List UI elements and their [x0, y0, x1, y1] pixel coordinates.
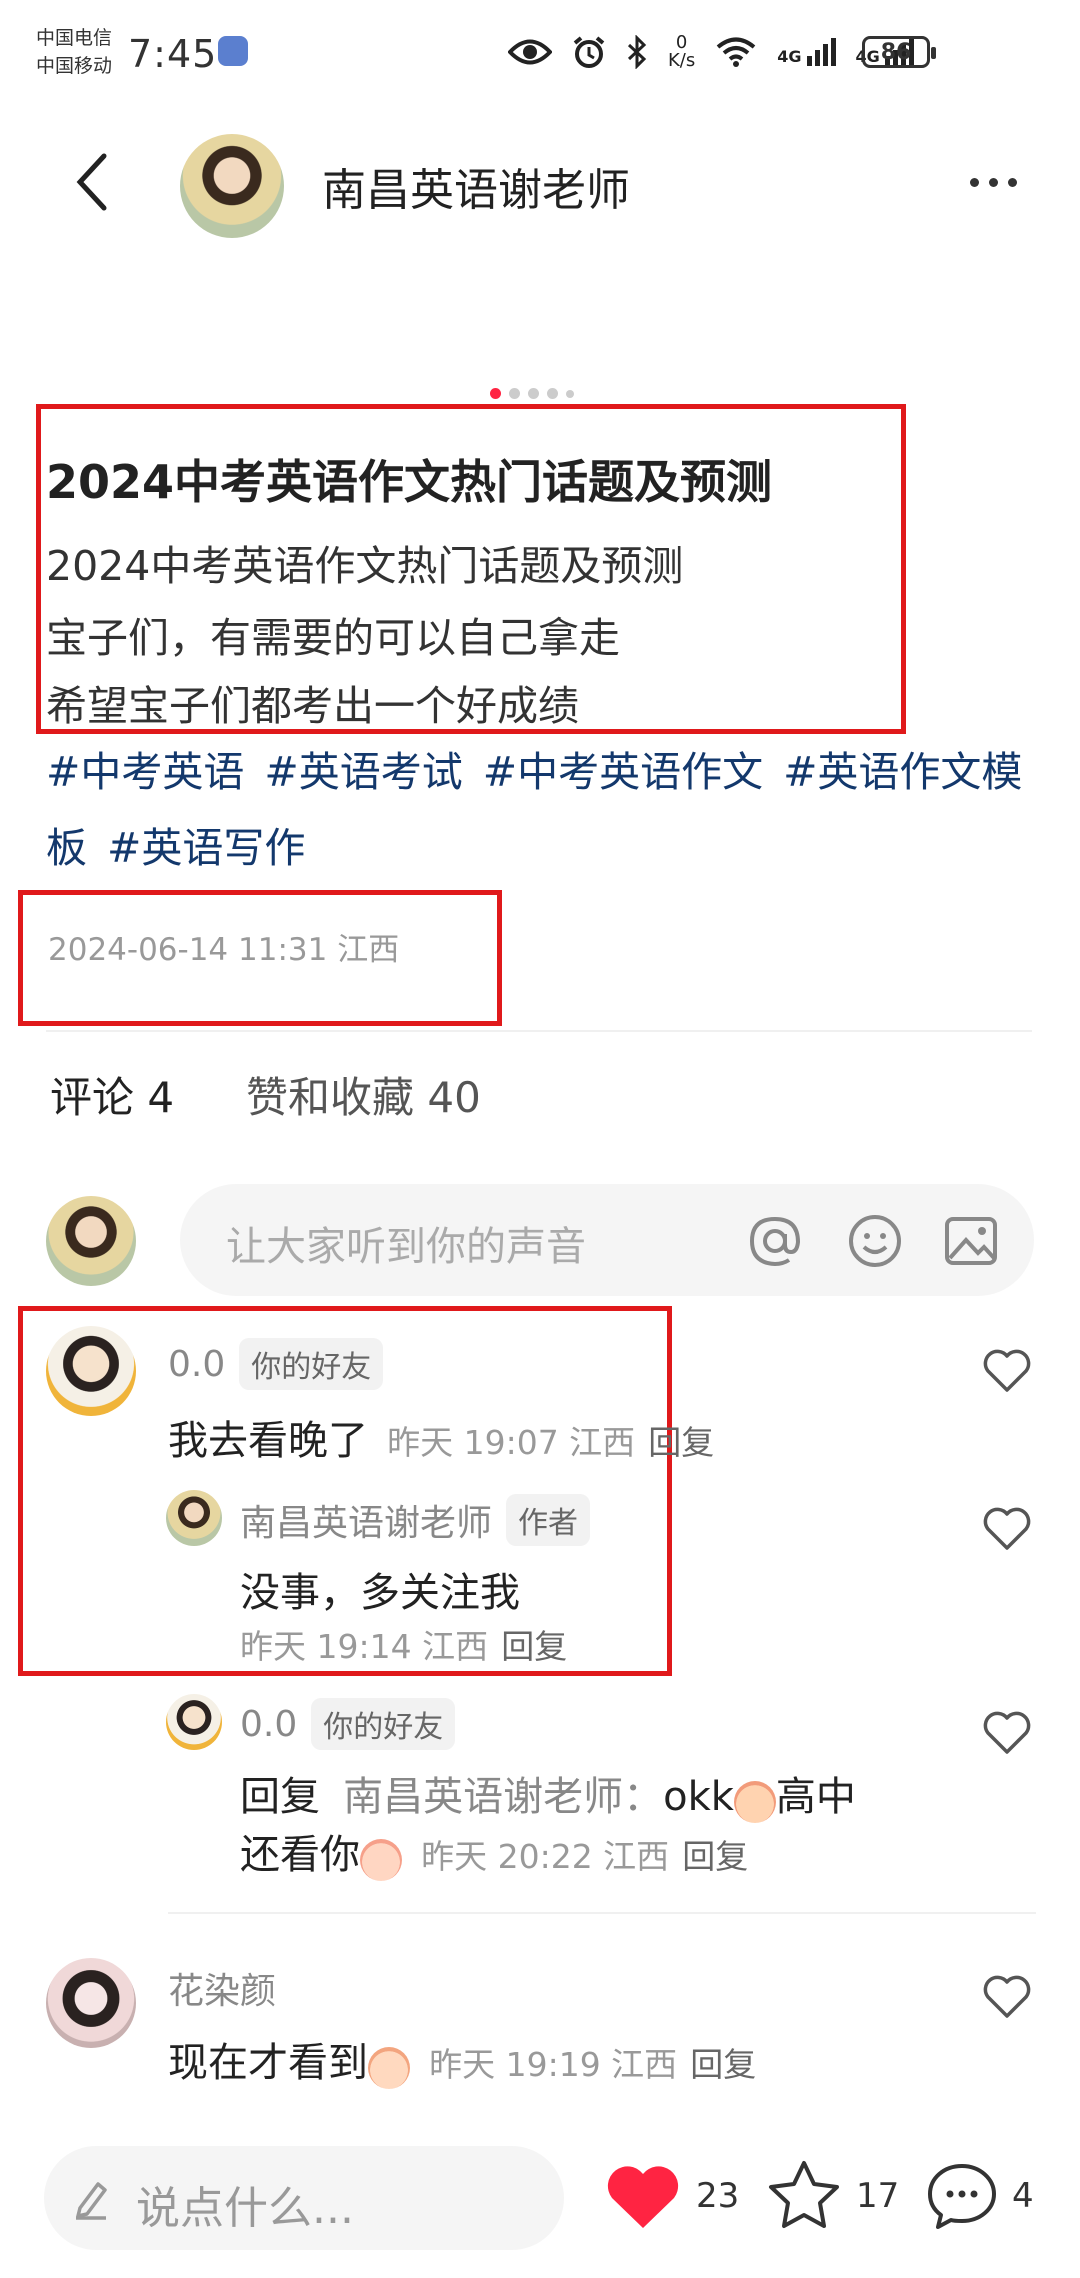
post-body-line-2: 宝子们，有需要的可以自己拿走	[46, 614, 620, 662]
alarm-icon	[573, 36, 605, 68]
pager-dot	[547, 388, 558, 399]
post-title: 2024中考英语作文热门话题及预测	[46, 455, 773, 509]
reply-text: 没事，多关注我	[240, 1570, 520, 1616]
image-icon[interactable]	[942, 1212, 1000, 1270]
reply-button[interactable]: 回复	[648, 1423, 714, 1462]
reply-button[interactable]: 回复	[501, 1627, 567, 1666]
surprised-emoji-icon	[368, 2046, 410, 2089]
reply-text-c: 还看你	[240, 1832, 360, 1878]
app-notification-icon	[218, 36, 248, 66]
post-body-line-3: 希望宝子们都考出一个好成绩	[46, 682, 579, 730]
pager-dot	[509, 388, 520, 399]
post-body-line-1: 2024中考英语作文热门话题及预测	[46, 542, 684, 590]
status-icons: 0 K/s 4G 4G	[508, 34, 914, 70]
reply-body-line-1: 回复 南昌英语谢老师：okk 高中	[240, 1764, 856, 1827]
friend-badge: 你的好友	[239, 1338, 384, 1390]
bluetooth-icon	[627, 35, 647, 69]
comment-avatar[interactable]	[46, 1326, 136, 1416]
signal-1: 4G	[777, 38, 836, 66]
carrier-2: 中国移动	[36, 55, 113, 77]
comment-header: 0.0 你的好友	[168, 1338, 384, 1390]
divider	[46, 1030, 1032, 1032]
carrier-1: 中国电信	[36, 27, 113, 49]
crying-emoji-icon	[733, 1780, 776, 1823]
reply-button[interactable]: 回复	[682, 1837, 748, 1876]
signal-1-label: 4G	[777, 47, 802, 66]
at-icon[interactable]	[746, 1212, 804, 1270]
reply-text-b: 高中	[775, 1774, 856, 1820]
like-count: 23	[696, 2176, 740, 2216]
collect-star-icon[interactable]	[766, 2158, 842, 2232]
comment-input-placeholder: 让大家听到你的声音	[226, 1224, 586, 1270]
reply-button[interactable]: 回复	[690, 2045, 756, 2084]
status-time: 7:45	[128, 32, 218, 76]
wifi-icon	[716, 37, 756, 67]
tab-comments[interactable]: 评论 4	[50, 1064, 174, 1125]
pencil-icon	[76, 2182, 107, 2220]
comment-username[interactable]: 0.0	[168, 1344, 225, 1385]
pager-dot	[566, 389, 574, 398]
reply-header: 0.0 你的好友	[240, 1698, 456, 1750]
reply-like-heart-icon[interactable]	[982, 1506, 1032, 1552]
net-speed-unit: K/s	[668, 50, 696, 71]
author-badge: 作者	[506, 1494, 591, 1546]
reply-meta: 昨天 20:22 江西	[421, 1837, 670, 1876]
more-dots-icon[interactable]	[970, 178, 1017, 187]
like-heart-icon[interactable]	[604, 2162, 682, 2232]
eye-icon	[508, 39, 552, 65]
comment-like-heart-icon[interactable]	[982, 1974, 1032, 2020]
author-avatar[interactable]	[180, 134, 284, 238]
reply-text-a: okk	[663, 1774, 734, 1820]
reply-meta-row: 昨天 19:14 江西 回复	[240, 1620, 567, 1668]
reply-body-line-2: 还看你 昨天 20:22 江西 回复	[240, 1822, 748, 1885]
back-arrow-icon[interactable]	[72, 152, 112, 212]
pager-dot	[528, 388, 539, 399]
comment-body: 我去看晚了 昨天 19:07 江西 回复	[168, 1408, 714, 1466]
tag-link[interactable]: #中考英语	[46, 748, 244, 796]
post-date: 2024-06-14 11:31 江西	[48, 932, 400, 968]
friend-badge: 你的好友	[311, 1698, 456, 1750]
my-avatar	[46, 1196, 136, 1286]
tag-link[interactable]: #英语考试	[264, 748, 462, 796]
reply-to-user[interactable]: 南昌英语谢老师：	[343, 1774, 663, 1820]
comment-avatar[interactable]	[46, 1958, 136, 2048]
collect-count: 17	[856, 2176, 900, 2216]
net-speed: 0 K/s	[668, 34, 695, 70]
reply-prefix: 回复	[240, 1774, 320, 1820]
tag-link[interactable]: #中考英语作文	[483, 748, 763, 796]
reply-username[interactable]: 南昌英语谢老师	[240, 1494, 492, 1546]
comment-like-heart-icon[interactable]	[982, 1348, 1032, 1394]
comment-meta: 昨天 19:19 江西	[429, 2045, 678, 2084]
reply-avatar[interactable]	[166, 1490, 222, 1546]
comment-bubble-icon[interactable]	[924, 2160, 1000, 2232]
reply-avatar[interactable]	[166, 1694, 222, 1750]
tag-link[interactable]: #英语写作	[107, 824, 305, 872]
comment-username[interactable]: 花染颜	[168, 1962, 276, 2014]
comment-meta: 昨天 19:07 江西	[387, 1423, 636, 1462]
reply-header: 南昌英语谢老师 作者	[240, 1494, 591, 1546]
image-pager-dots	[490, 388, 574, 399]
divider	[168, 1912, 1036, 1914]
comment-body: 现在才看到 昨天 19:19 江西 回复	[168, 2030, 756, 2093]
comment-count: 4	[1012, 2176, 1034, 2216]
kiss-emoji-icon	[360, 1838, 402, 1881]
say-something-placeholder: 说点什么...	[136, 2183, 354, 2234]
reply-like-heart-icon[interactable]	[982, 1710, 1032, 1756]
comment-text: 现在才看到	[168, 2040, 368, 2086]
emoji-icon[interactable]	[846, 1212, 904, 1270]
comment-text: 我去看晚了	[168, 1418, 368, 1464]
reply-meta: 昨天 19:14 江西	[240, 1627, 489, 1666]
reply-username[interactable]: 0.0	[240, 1704, 297, 1745]
pager-dot-active	[490, 388, 501, 399]
carrier-labels: 中国电信 中国移动	[36, 24, 112, 80]
post-tags: #中考英语 #英语考试 #中考英语作文 #英语作文模板 #英语写作	[46, 734, 1036, 886]
author-name[interactable]: 南昌英语谢老师	[322, 154, 630, 218]
battery-indicator: 86	[862, 36, 936, 68]
tab-likes-collects[interactable]: 赞和收藏 40	[246, 1064, 481, 1125]
